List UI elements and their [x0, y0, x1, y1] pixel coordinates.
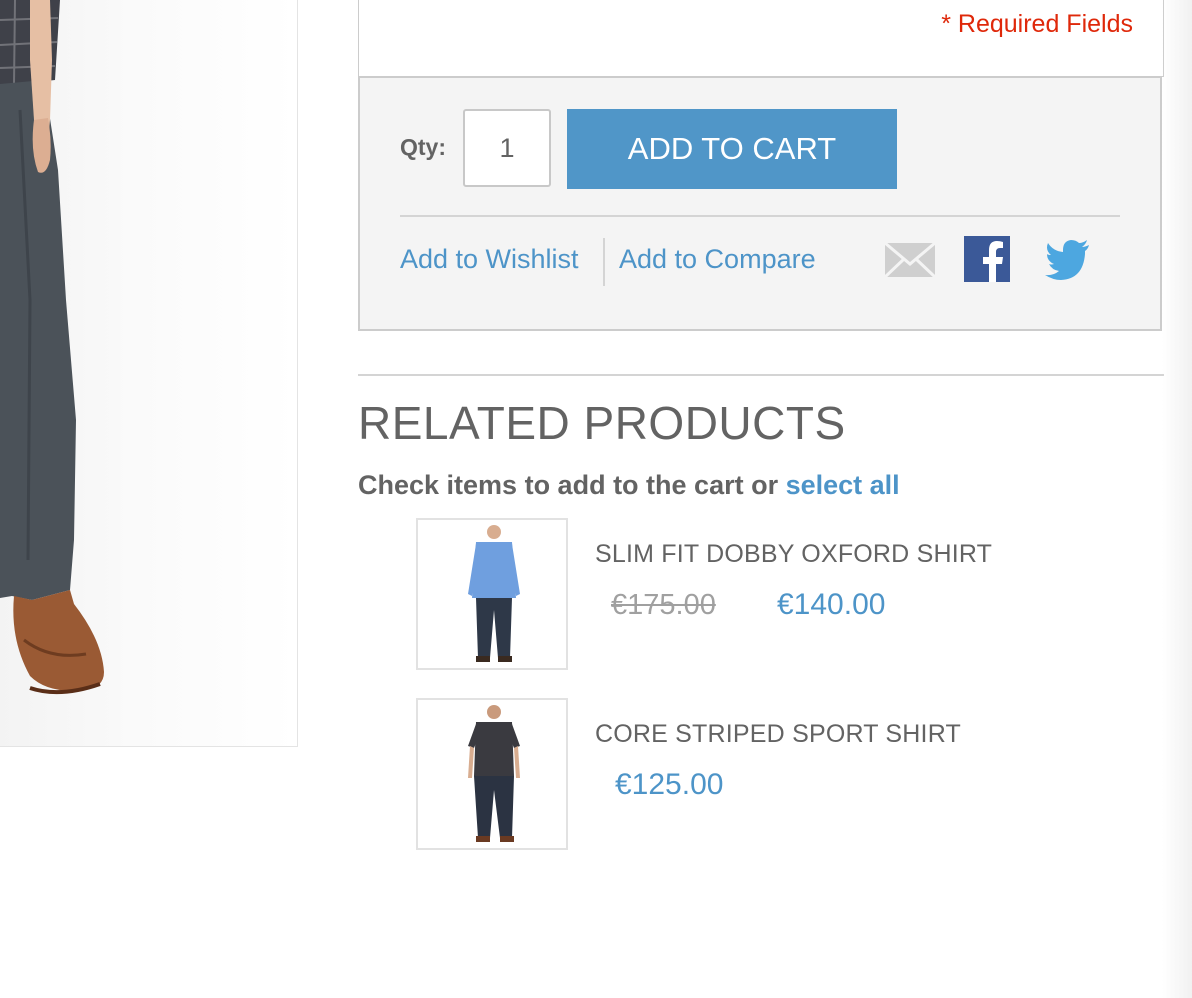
related-product-name[interactable]: SLIM FIT DOBBY OXFORD SHIRT [595, 540, 992, 569]
related-product-old-price: €175.00 [611, 589, 716, 621]
model-photo [468, 705, 520, 842]
product-options-box: * Required Fields [358, 0, 1164, 77]
related-product-thumbnail[interactable] [416, 518, 568, 670]
qty-input[interactable] [463, 109, 551, 187]
qty-label: Qty: [400, 134, 446, 160]
email-icon[interactable] [883, 241, 937, 283]
facebook-icon[interactable] [964, 236, 1010, 287]
add-to-cart-box: Qty: ADD TO CART Add to Wishlist Add to … [358, 76, 1162, 331]
related-products-title: RELATED PRODUCTS [358, 397, 846, 449]
related-product-price: €140.00 [777, 588, 886, 621]
add-to-wishlist-link[interactable]: Add to Wishlist [400, 244, 579, 275]
add-to-compare-link[interactable]: Add to Compare [619, 244, 816, 275]
model-figure-illustration [0, 0, 104, 695]
related-products-instruction: Check items to add to the cart or select… [358, 470, 900, 501]
model-photo [468, 525, 520, 662]
related-products-rule [358, 374, 1164, 376]
instruction-text: Check items to add to the cart or [358, 470, 779, 500]
related-product-price: €125.00 [615, 768, 724, 801]
main-product-image [0, 0, 298, 747]
add-to-cart-button[interactable]: ADD TO CART [567, 109, 897, 189]
page-edge-shadow [1162, 0, 1192, 998]
related-product-name[interactable]: CORE STRIPED SPORT SHIRT [595, 720, 961, 749]
twitter-icon[interactable] [1045, 240, 1091, 285]
select-all-link[interactable]: select all [786, 470, 900, 500]
related-product-thumbnail[interactable] [416, 698, 568, 850]
cart-box-divider [400, 215, 1120, 217]
link-separator [603, 238, 605, 286]
required-fields-note: * Required Fields [941, 10, 1133, 38]
